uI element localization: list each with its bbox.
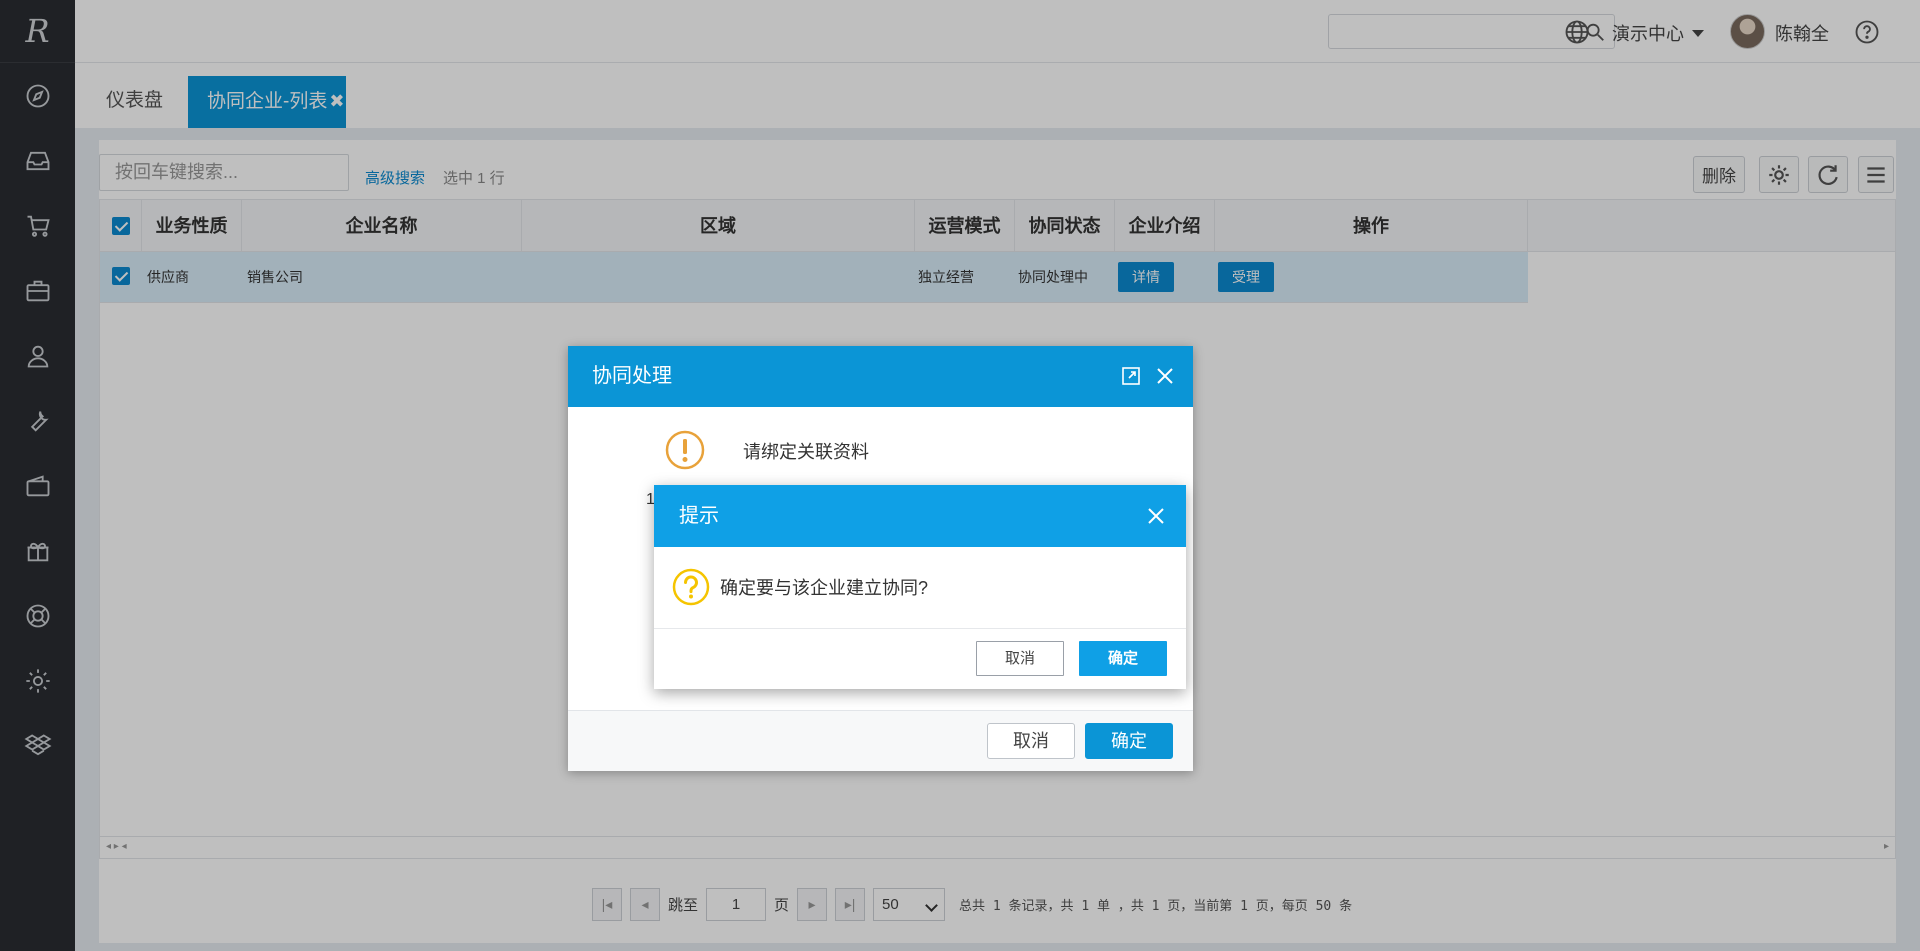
close-icon[interactable] xyxy=(1146,506,1166,526)
process-dialog-footer: 取消 确定 xyxy=(568,710,1193,771)
confirm-cancel-button[interactable]: 取消 xyxy=(976,641,1064,676)
confirm-dialog-title: 提示 xyxy=(679,505,719,527)
confirm-dialog: 提示 确定要与该企业建立协同? 取消 确定 xyxy=(654,485,1186,689)
process-ok-button[interactable]: 确定 xyxy=(1085,723,1173,759)
confirm-ok-button[interactable]: 确定 xyxy=(1079,641,1167,676)
confirm-dialog-divider xyxy=(654,628,1186,629)
process-dialog-title: 协同处理 xyxy=(592,365,672,387)
warning-icon xyxy=(665,430,705,470)
maximize-icon[interactable] xyxy=(1121,366,1141,386)
close-icon[interactable] xyxy=(1155,366,1175,386)
process-dialog-message: 请绑定关联资料 xyxy=(743,442,869,462)
confirm-dialog-header: 提示 xyxy=(654,485,1186,547)
confirm-dialog-message: 确定要与该企业建立协同? xyxy=(720,578,929,598)
question-icon xyxy=(672,568,710,606)
process-cancel-button[interactable]: 取消 xyxy=(987,723,1075,759)
process-dialog-header: 协同处理 xyxy=(568,346,1193,407)
